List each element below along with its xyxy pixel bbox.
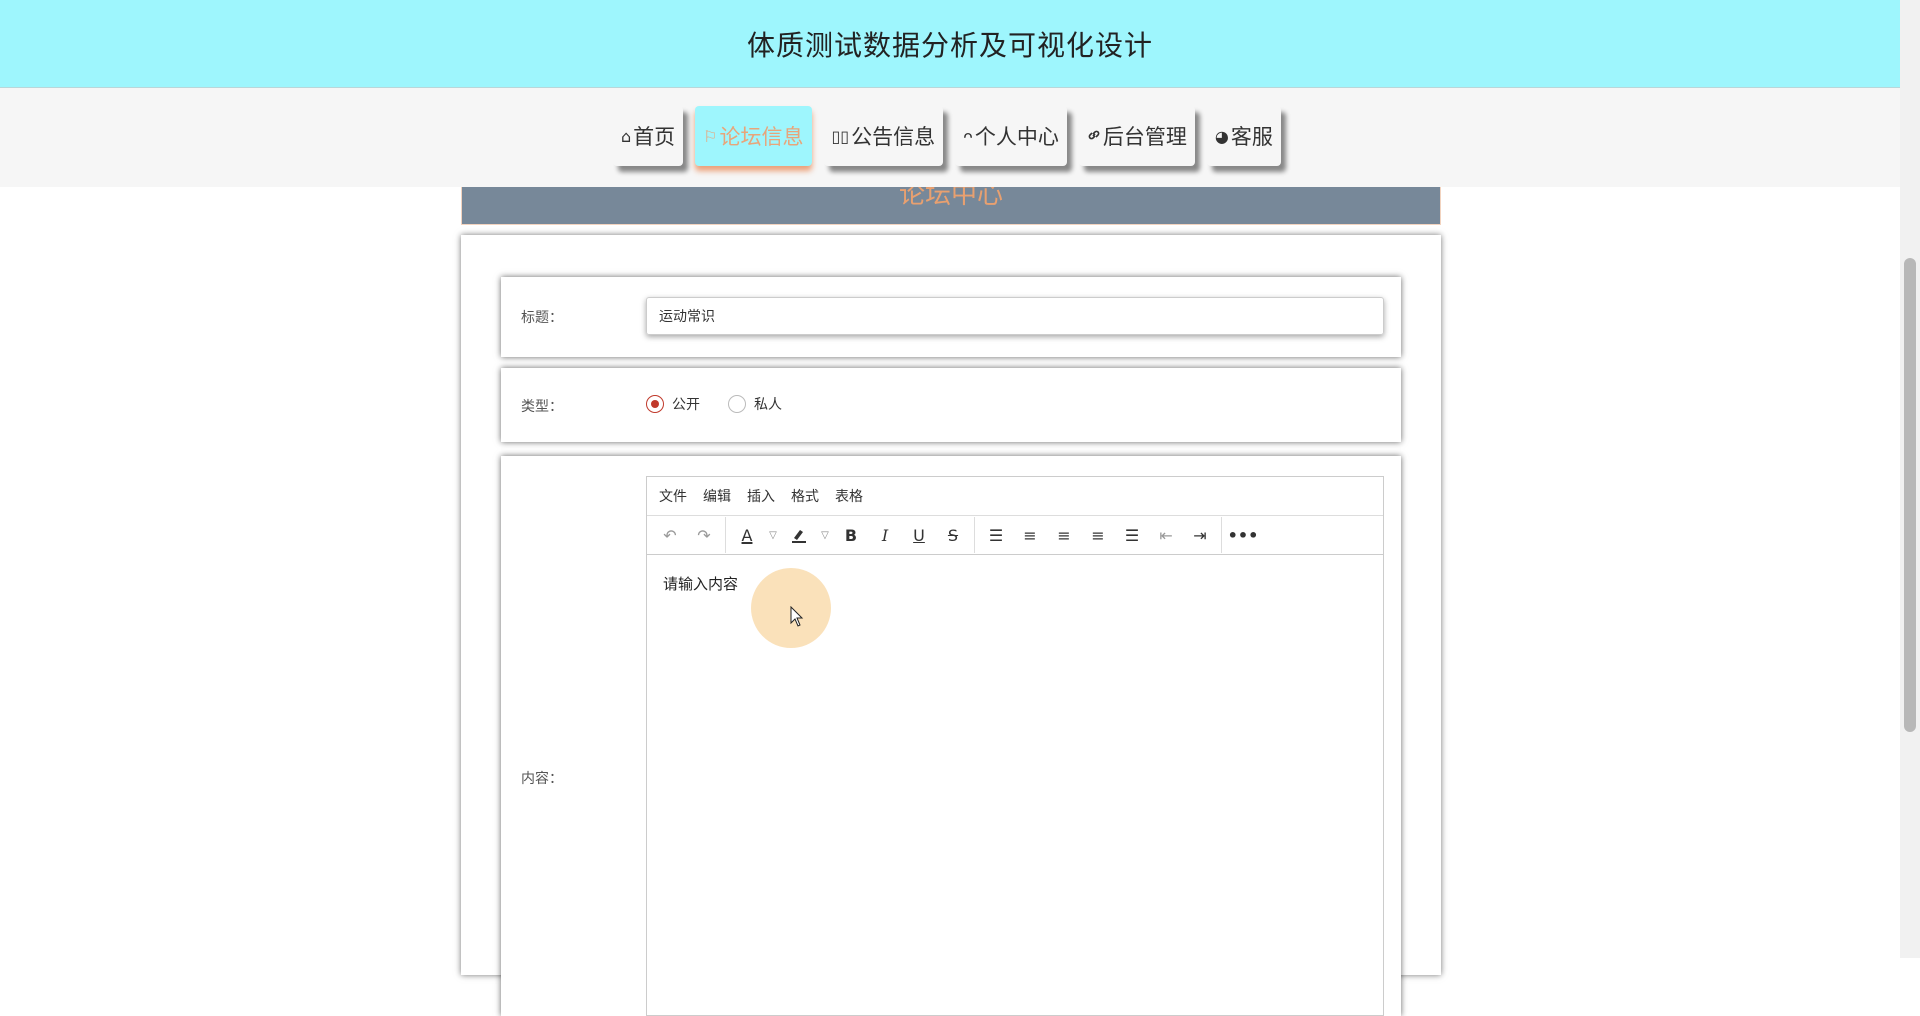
mouse-cursor-icon [790, 606, 804, 627]
form-card: 标题： 运动常识 类型： 公开 私人 内容： 文件 编辑 插入 格式 表格 ↶ … [461, 235, 1441, 1016]
highlight-icon[interactable] [782, 520, 816, 550]
align-justify-icon[interactable]: ☰ [1115, 520, 1149, 550]
content-label: 内容： [521, 771, 563, 787]
italic-icon[interactable]: I [868, 520, 902, 550]
toolbar-divider [974, 517, 975, 553]
title-label: 标题： [521, 310, 563, 326]
type-row: 类型： 公开 私人 [501, 368, 1401, 442]
nav-item-label: 公告信息 [851, 125, 936, 149]
chevron-down-icon[interactable]: ▽ [764, 520, 782, 550]
menu-file[interactable]: 文件 [659, 486, 687, 506]
type-radio-group: 公开 私人 [646, 394, 782, 414]
radio-public[interactable]: 公开 [646, 394, 700, 414]
radio-circle-selected[interactable] [646, 395, 664, 413]
type-label: 类型： [521, 399, 563, 415]
bold-icon[interactable]: B [834, 520, 868, 550]
menu-edit[interactable]: 编辑 [703, 486, 731, 506]
nav-item-label: 论坛信息 [719, 125, 804, 149]
redo-icon[interactable]: ↷ [687, 520, 721, 550]
title-input[interactable]: 运动常识 [646, 297, 1384, 335]
nav-item-home[interactable]: ⌂ 首页 [613, 106, 684, 166]
undo-icon[interactable]: ↶ [653, 520, 687, 550]
link-icon [1087, 127, 1101, 146]
user-icon: ᴖ [963, 126, 973, 146]
font-color-icon[interactable]: A [730, 520, 764, 550]
chevron-down-icon[interactable]: ▽ [816, 520, 834, 550]
nav-item-label: 首页 [633, 125, 676, 149]
page-scrollbar[interactable] [1900, 0, 1920, 958]
rich-text-editor: 文件 编辑 插入 格式 表格 ↶ ↷ A ▽ ▽ B I U S ☰ ≡ ≡ ≡… [646, 476, 1384, 1016]
flag-icon: ⚐ [703, 126, 718, 146]
nav-item-admin[interactable]: 后台管理 [1078, 106, 1195, 166]
strikethrough-icon[interactable]: S [936, 520, 970, 550]
home-icon: ⌂ [621, 126, 632, 146]
radio-label: 私人 [754, 397, 782, 413]
nav-item-label: 后台管理 [1102, 125, 1187, 149]
align-left-icon[interactable]: ≡ [1013, 520, 1047, 550]
more-icon[interactable]: ••• [1226, 520, 1260, 550]
main-nav: ⌂ 首页 ⚐ 论坛信息 ▯▯ 公告信息 ᴖ 个人中心 后台管理 ◕ 客服 [0, 88, 1900, 187]
indent-icon[interactable]: ⇥ [1183, 520, 1217, 550]
nav-item-notice[interactable]: ▯▯ 公告信息 [823, 106, 944, 166]
outdent-icon[interactable]: ⇤ [1149, 520, 1183, 550]
content-row: 内容： 文件 编辑 插入 格式 表格 ↶ ↷ A ▽ ▽ B I U S ☰ ≡… [501, 456, 1401, 1016]
nav-item-label: 客服 [1230, 125, 1273, 149]
title-row: 标题： 运动常识 [501, 277, 1401, 357]
line-height-icon[interactable]: ☰ [979, 520, 1013, 550]
underline-icon[interactable]: U [902, 520, 936, 550]
menu-table[interactable]: 表格 [835, 486, 863, 506]
toolbar-divider [725, 517, 726, 553]
toolbar-divider [1221, 517, 1222, 553]
menu-format[interactable]: 格式 [791, 486, 819, 506]
site-title: 体质测试数据分析及可视化设计 [746, 28, 1153, 62]
menu-insert[interactable]: 插入 [747, 486, 775, 506]
radio-private[interactable]: 私人 [728, 394, 782, 414]
scrollbar-thumb[interactable] [1904, 258, 1916, 732]
editor-content-area[interactable]: 请输入内容 [647, 555, 1383, 612]
nav-item-profile[interactable]: ᴖ 个人中心 [955, 106, 1067, 166]
nav-item-service[interactable]: ◕ 客服 [1206, 106, 1281, 166]
radio-circle[interactable] [728, 395, 746, 413]
site-header: 体质测试数据分析及可视化设计 [0, 0, 1900, 88]
align-right-icon[interactable]: ≡ [1081, 520, 1115, 550]
book-icon: ▯▯ [831, 126, 850, 146]
nav-item-label: 个人中心 [974, 125, 1059, 149]
chat-icon: ◕ [1214, 126, 1229, 146]
editor-toolbar: ↶ ↷ A ▽ ▽ B I U S ☰ ≡ ≡ ≡ ☰ ⇤ ⇥ ••• [647, 516, 1383, 555]
radio-label: 公开 [672, 397, 700, 413]
editor-menubar: 文件 编辑 插入 格式 表格 [647, 477, 1383, 516]
align-center-icon[interactable]: ≡ [1047, 520, 1081, 550]
nav-item-forum[interactable]: ⚐ 论坛信息 [695, 106, 812, 166]
